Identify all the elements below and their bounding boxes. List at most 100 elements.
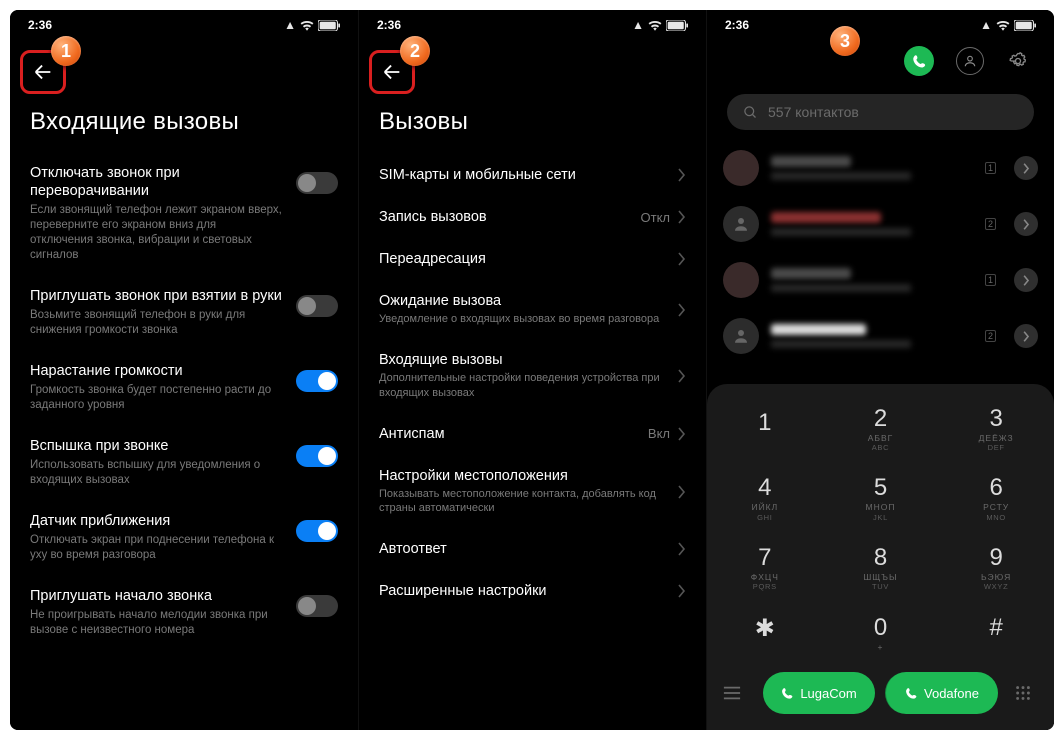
setting-label: Приглушать звонок при взятии в руки xyxy=(30,287,282,305)
setting-row[interactable]: Настройки местоположения Показывать мест… xyxy=(379,455,686,529)
setting-desc: Не проигрывать начало мелодии звонка при… xyxy=(30,608,282,638)
dial-key-9[interactable]: 9 ЬЭЮЯWXYZ xyxy=(938,533,1054,603)
setting-row[interactable]: Переадресация xyxy=(379,238,686,280)
search-input[interactable]: 557 контактов xyxy=(727,94,1034,130)
menu-button[interactable] xyxy=(723,686,753,700)
setting-label: Датчик приближения xyxy=(30,512,282,530)
expand-button[interactable] xyxy=(1014,156,1038,180)
signal-icon: ▲ xyxy=(284,18,296,32)
statusbar: 2:36 ▲ xyxy=(10,10,358,32)
status-time: 2:36 xyxy=(725,18,749,32)
toggle-switch[interactable] xyxy=(296,172,338,194)
dial-key-4[interactable]: 4 ИЙКЛGHI xyxy=(707,463,823,533)
setting-label: Отключать звонок при переворачивании xyxy=(30,164,282,200)
chevron-right-icon xyxy=(1023,219,1030,230)
avatar xyxy=(723,206,759,242)
wifi-icon xyxy=(648,20,662,31)
sim-badge: 2 xyxy=(985,330,996,342)
setting-desc: Громкость звонка будет постепенно расти … xyxy=(30,383,282,413)
dial-key-3[interactable]: 3 ДЕЁЖЗDEF xyxy=(938,394,1054,464)
toggle-switch[interactable] xyxy=(296,595,338,617)
expand-button[interactable] xyxy=(1014,324,1038,348)
call-sim2-label: Vodafone xyxy=(924,686,979,701)
setting-desc: Если звонящий телефон лежит экраном ввер… xyxy=(30,203,282,263)
setting-row[interactable]: Отключать звонок при переворачивании Есл… xyxy=(30,154,338,277)
expand-button[interactable] xyxy=(1014,268,1038,292)
setting-row[interactable]: Автоответ xyxy=(379,528,686,570)
step-badge: 3 xyxy=(830,26,860,56)
contact-sub xyxy=(771,172,911,180)
dial-key-7[interactable]: 7 ФХЦЧPQRS xyxy=(707,533,823,603)
avatar xyxy=(723,262,759,298)
setting-desc: Использовать вспышку для уведомления о в… xyxy=(30,458,282,488)
setting-label: Ожидание вызова xyxy=(379,293,670,309)
setting-value: Откл xyxy=(641,210,671,225)
dial-key-#[interactable]: # xyxy=(938,603,1054,664)
dial-key-5[interactable]: 5 МНОПJKL xyxy=(823,463,939,533)
setting-desc: Отключать экран при поднесении телефона … xyxy=(30,533,282,563)
dial-key-✱[interactable]: ✱ xyxy=(707,603,823,664)
dial-key-num: 1 xyxy=(758,409,771,437)
battery-icon xyxy=(318,20,340,31)
tab-contacts[interactable] xyxy=(956,47,984,75)
setting-row[interactable]: Расширенные настройки xyxy=(379,570,686,612)
tab-phone[interactable] xyxy=(904,46,934,76)
setting-label: Настройки местоположения xyxy=(379,468,670,484)
setting-value: Вкл xyxy=(648,426,670,441)
setting-label: Антиспам xyxy=(379,426,640,442)
toggle-switch[interactable] xyxy=(296,520,338,542)
setting-row[interactable]: Нарастание громкости Громкость звонка бу… xyxy=(30,352,338,427)
user-icon xyxy=(963,54,977,68)
setting-row[interactable]: Приглушать звонок при взятии в руки Возь… xyxy=(30,277,338,352)
setting-row[interactable]: Датчик приближения Отключать экран при п… xyxy=(30,502,338,577)
setting-row[interactable]: Антиспам Вкл xyxy=(379,413,686,455)
contact-name xyxy=(771,324,866,335)
contact-sub xyxy=(771,284,911,292)
sim-badge: 2 xyxy=(985,218,996,230)
call-sim2-button[interactable]: Vodafone xyxy=(885,672,998,714)
dial-key-6[interactable]: 6 РСТУMNO xyxy=(938,463,1054,533)
chevron-right-icon xyxy=(678,584,686,598)
setting-row[interactable]: SIM-карты и мобильные сети xyxy=(379,154,686,196)
chevron-right-icon xyxy=(1023,163,1030,174)
dial-key-8[interactable]: 8 ШЩЪЫTUV xyxy=(823,533,939,603)
setting-label: Запись вызовов xyxy=(379,209,633,225)
setting-label: Входящие вызовы xyxy=(379,352,670,368)
status-time: 2:36 xyxy=(377,18,401,32)
call-sim1-button[interactable]: LugaCom xyxy=(763,672,875,714)
dial-key-1[interactable]: 1 xyxy=(707,394,823,464)
setting-desc: Показывать местоположение контакта, доба… xyxy=(379,487,670,516)
contacts-list[interactable]: 1 2 1 2 xyxy=(707,140,1054,364)
contact-row[interactable]: 1 xyxy=(723,140,1038,196)
arrow-left-icon xyxy=(32,61,54,83)
setting-row[interactable]: Запись вызовов Откл xyxy=(379,196,686,238)
toggle-switch[interactable] xyxy=(296,295,338,317)
setting-row[interactable]: Вспышка при звонке Использовать вспышку … xyxy=(30,427,338,502)
setting-label: Вспышка при звонке xyxy=(30,437,282,455)
dial-key-sub: ДЕЁЖЗDEF xyxy=(979,434,1014,453)
gear-icon xyxy=(1008,51,1028,71)
settings-button[interactable] xyxy=(1006,49,1030,73)
step-badge: 1 xyxy=(51,36,81,66)
setting-desc: Дополнительные настройки поведения устро… xyxy=(379,371,670,400)
status-time: 2:36 xyxy=(28,18,52,32)
dialpad-icon xyxy=(1014,684,1032,702)
contact-row[interactable]: 2 xyxy=(723,308,1038,364)
setting-row[interactable]: Ожидание вызова Уведомление о входящих в… xyxy=(379,280,686,339)
dial-key-sub: МНОПJKL xyxy=(866,503,896,522)
dial-key-0[interactable]: 0 + xyxy=(823,603,939,664)
arrow-left-icon xyxy=(381,61,403,83)
dialpad-toggle-button[interactable] xyxy=(1008,684,1038,702)
toggle-switch[interactable] xyxy=(296,445,338,467)
expand-button[interactable] xyxy=(1014,212,1038,236)
toggle-switch[interactable] xyxy=(296,370,338,392)
contact-row[interactable]: 1 xyxy=(723,252,1038,308)
page-title: Входящие вызовы xyxy=(10,94,358,154)
dial-key-2[interactable]: 2 АБВГABC xyxy=(823,394,939,464)
contact-row[interactable]: 2 xyxy=(723,196,1038,252)
setting-row[interactable]: Приглушать начало звонка Не проигрывать … xyxy=(30,577,338,652)
wifi-icon xyxy=(996,20,1010,31)
search-placeholder: 557 контактов xyxy=(768,104,859,120)
setting-row[interactable]: Входящие вызовы Дополнительные настройки… xyxy=(379,339,686,413)
contact-name xyxy=(771,156,851,167)
